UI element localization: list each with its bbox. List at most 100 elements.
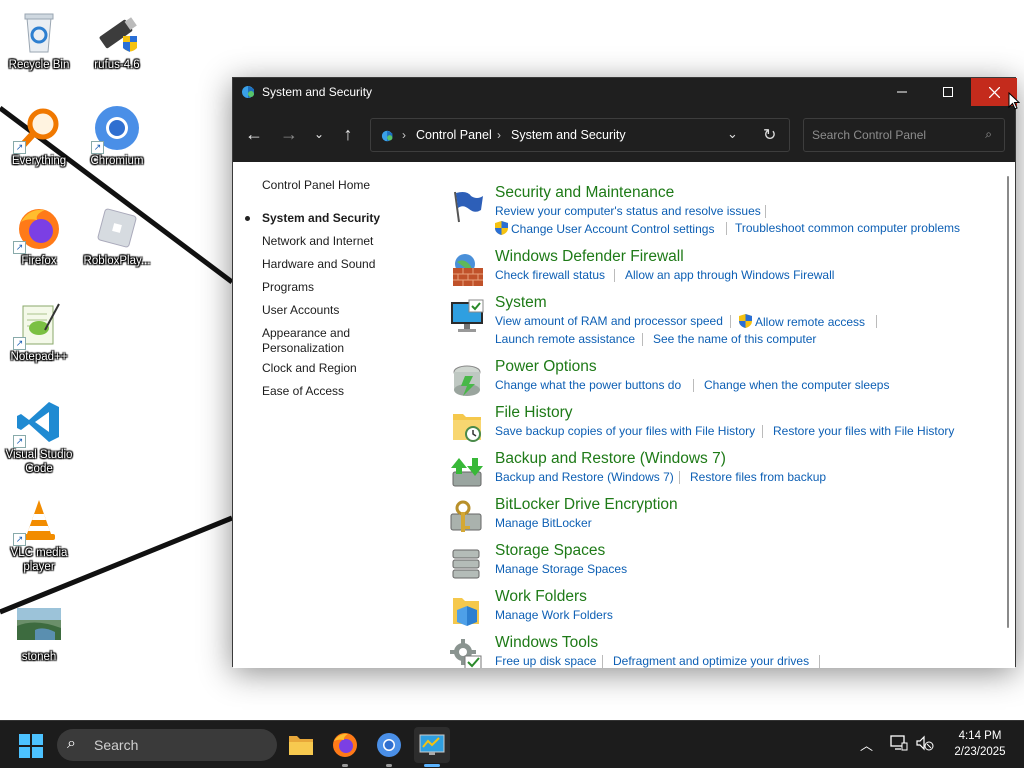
nav-appearance-and-personalization[interactable]: Appearance and Personalization (262, 326, 372, 356)
taskbar-search[interactable]: ⌕ Search (57, 729, 277, 761)
nav-clock-and-region[interactable]: Clock and Region (262, 361, 357, 376)
section-title[interactable]: Backup and Restore (Windows 7) (495, 450, 726, 468)
nav-system-and-security[interactable]: System and Security (262, 211, 380, 226)
volume-muted-icon[interactable] (916, 735, 934, 751)
taskbar: ⌕ Search ︿ 4:14 PM 2/23/2025 (0, 720, 1024, 768)
desktop-icon-vscode[interactable]: ↗ Visual Studio Code (1, 398, 77, 476)
taskbar-firefox[interactable] (327, 727, 363, 767)
section-link[interactable]: Restore your files with File History (773, 424, 954, 438)
back-button[interactable]: ← (240, 120, 268, 148)
section-link[interactable]: View amount of RAM and processor speed (495, 314, 723, 328)
window-title: System and Security (262, 85, 373, 99)
power-icon (453, 365, 481, 396)
section-link[interactable]: Allow an app through Windows Firewall (625, 268, 834, 282)
section-link[interactable]: See the name of this computer (653, 332, 816, 346)
windows-start-icon[interactable] (18, 733, 44, 759)
section-title[interactable]: Windows Tools (495, 634, 598, 652)
section-title[interactable]: Windows Defender Firewall (495, 248, 684, 266)
section-link[interactable]: Change what the power buttons do (495, 378, 681, 392)
section-link[interactable]: Defragment and optimize your drives (613, 654, 809, 668)
section-link[interactable]: Manage Work Folders (495, 608, 613, 622)
desktop-icon-label: Notepad++ (10, 351, 68, 363)
section-link[interactable]: Troubleshoot common computer problems (735, 221, 960, 235)
vlc-cone-icon: ↗ (13, 496, 63, 546)
nav-user-accounts[interactable]: User Accounts (262, 303, 339, 318)
nav-ease-of-access[interactable]: Ease of Access (262, 384, 344, 399)
forward-button[interactable]: → (275, 120, 303, 148)
desktop-icon-vlc[interactable]: ↗ VLC media player (1, 496, 77, 574)
shortcut-arrow-icon: ↗ (13, 435, 26, 448)
section-link[interactable]: Launch remote assistance (495, 332, 635, 346)
search-icon: ⌕ (67, 735, 76, 752)
taskbar-file-explorer[interactable] (283, 727, 319, 763)
mouse-cursor-icon (1008, 92, 1020, 110)
link-separator (642, 333, 643, 346)
running-indicator (342, 764, 348, 767)
shortcut-arrow-icon: ↗ (13, 337, 26, 350)
desktop-icon-roblox[interactable]: RobloxPlay... (79, 204, 155, 268)
clock[interactable]: 4:14 PM 2/23/2025 (946, 728, 1014, 760)
recent-locations-button[interactable]: ⌄ (305, 120, 333, 148)
section-link-remote[interactable]: Allow remote access (739, 314, 865, 329)
nav-control-panel-home[interactable]: Control Panel Home (262, 178, 370, 193)
control-panel-icon (242, 86, 254, 98)
taskbar-chromium[interactable] (371, 727, 407, 767)
nav-programs[interactable]: Programs (262, 280, 314, 295)
section-link[interactable]: Free up disk space (495, 654, 596, 668)
section-title[interactable]: Work Folders (495, 588, 587, 606)
desktop-icon-chromium[interactable]: ↗ Chromium (79, 104, 155, 168)
show-hidden-icons-chevron-icon[interactable]: ︿ (860, 735, 873, 754)
maximize-button[interactable] (925, 78, 971, 106)
section-link-text[interactable]: Change User Account Control settings (511, 222, 714, 236)
address-dropdown-icon[interactable]: ⌄ (727, 126, 738, 142)
link-separator (765, 205, 766, 218)
desktop-icon-label: stoneh (21, 651, 57, 663)
taskbar-search-label: Search (94, 737, 139, 753)
section-link[interactable]: Manage Storage Spaces (495, 562, 627, 576)
section-link[interactable]: Restore files from backup (690, 470, 826, 484)
arrow-left-icon: ← (245, 123, 263, 144)
bitlocker-icon (450, 500, 482, 532)
desktop-icon-stoneh[interactable]: stoneh (1, 600, 77, 664)
section-title[interactable]: Storage Spaces (495, 542, 605, 560)
minimize-button[interactable] (879, 78, 925, 106)
section-title[interactable]: BitLocker Drive Encryption (495, 496, 678, 514)
section-title[interactable]: System (495, 294, 547, 312)
desktop-icon-everything[interactable]: ↗ Everything (1, 104, 77, 168)
section-link[interactable]: Manage BitLocker (495, 516, 592, 530)
nav-network-and-internet[interactable]: Network and Internet (262, 234, 373, 249)
network-icon[interactable] (890, 735, 908, 751)
title-bar[interactable]: System and Security (233, 78, 1017, 106)
section-title[interactable]: Security and Maintenance (495, 184, 674, 202)
desktop-icon-rufus[interactable]: rufus-4.6 (79, 8, 155, 72)
desktop-icon-label: RobloxPlay... (83, 255, 151, 267)
section-title[interactable]: File History (495, 404, 573, 422)
section-link[interactable]: Check firewall status (495, 268, 605, 282)
search-box[interactable]: ⌕ (803, 118, 1005, 152)
address-bar[interactable]: › Control Panel › System and Security ⌄ … (370, 118, 790, 152)
up-button[interactable]: ↑ (334, 120, 362, 148)
section-link[interactable]: Review your computer's status and resolv… (495, 204, 761, 218)
taskbar-control-panel[interactable] (414, 727, 450, 767)
refresh-icon[interactable]: ↻ (763, 125, 776, 145)
section-link[interactable]: Backup and Restore (Windows 7) (495, 470, 674, 484)
roblox-icon (93, 204, 141, 252)
section-link-uac[interactable]: Change User Account Control settings (495, 221, 714, 236)
breadcrumb-system-and-security[interactable]: System and Security (511, 128, 626, 142)
nav-hardware-and-sound[interactable]: Hardware and Sound (262, 257, 375, 272)
active-bullet (245, 216, 250, 221)
desktop-icon-notepadpp[interactable]: ↗ Notepad++ (1, 300, 77, 364)
section-link[interactable]: Save backup copies of your files with Fi… (495, 424, 755, 438)
desktop-icon-recycle-bin[interactable]: Recycle Bin (1, 8, 77, 72)
breadcrumb-control-panel[interactable]: Control Panel (416, 128, 492, 142)
section-title[interactable]: Power Options (495, 358, 597, 376)
desktop-icon-firefox[interactable]: ↗ Firefox (1, 204, 77, 268)
search-icon[interactable]: ⌕ (985, 127, 992, 142)
section-link-text[interactable]: Allow remote access (755, 315, 865, 329)
magnifier-icon: ↗ (13, 104, 63, 154)
search-input[interactable] (812, 127, 972, 143)
clock-time: 4:14 PM (958, 730, 1002, 742)
link-separator (602, 655, 603, 668)
section-link[interactable]: Change when the computer sleeps (704, 378, 889, 392)
vertical-scrollbar[interactable] (1007, 176, 1009, 628)
